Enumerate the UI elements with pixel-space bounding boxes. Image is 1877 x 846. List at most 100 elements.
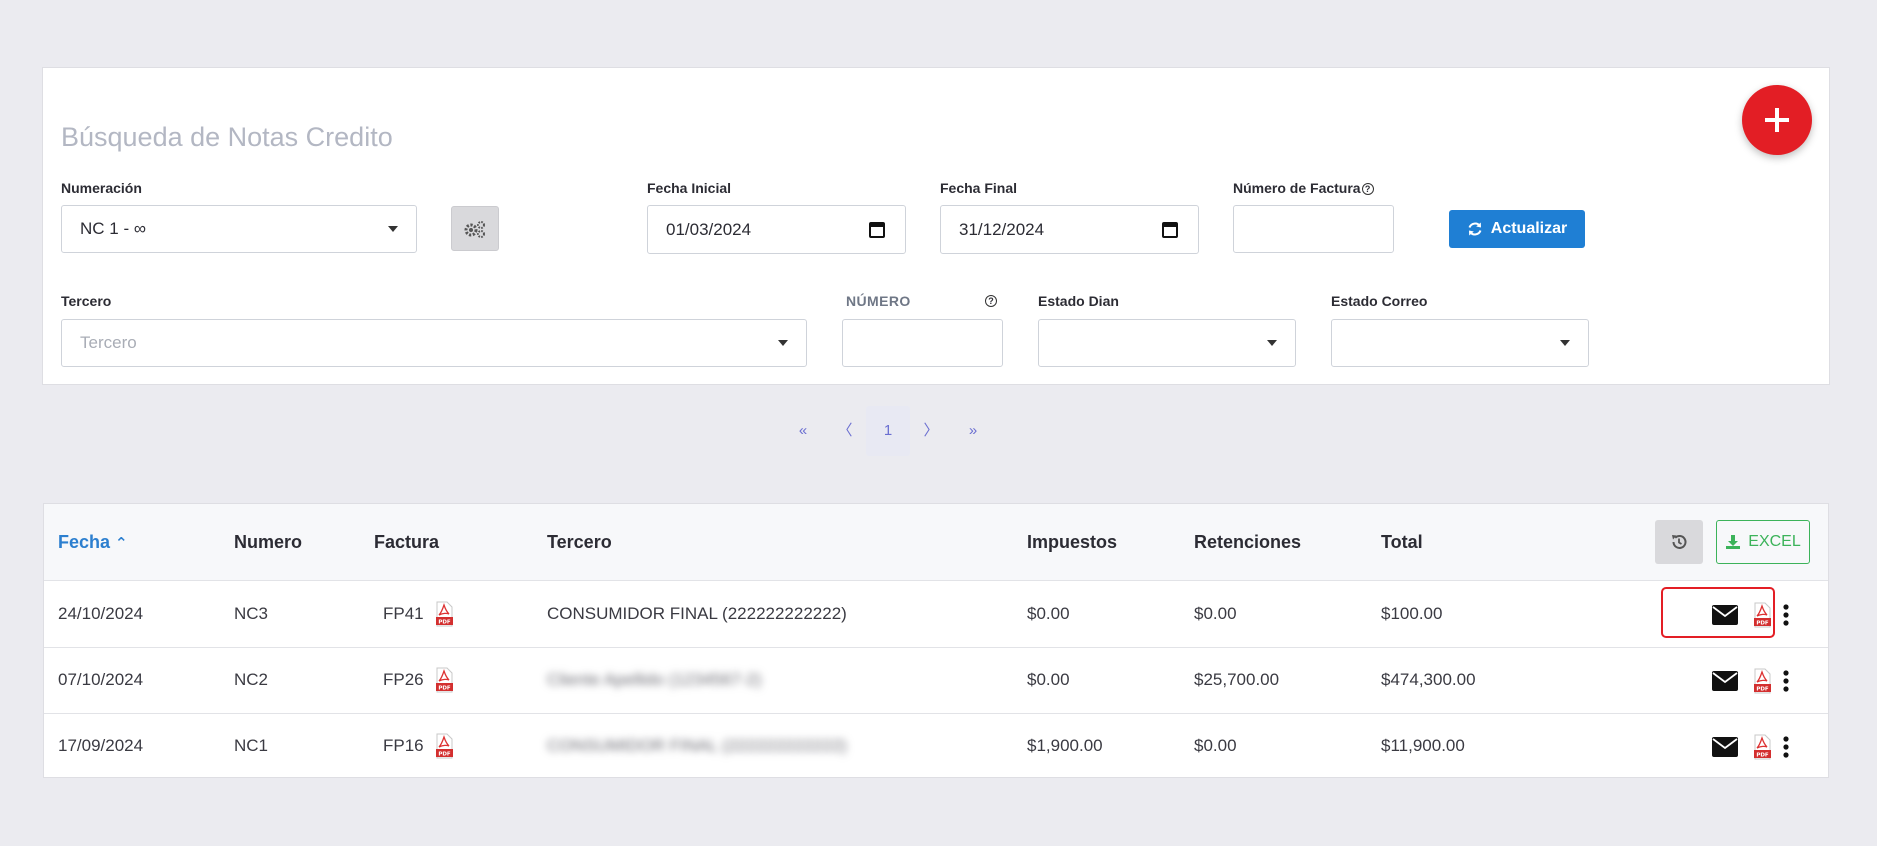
help-icon[interactable]: ? [985,295,997,307]
chevron-down-icon [388,226,398,232]
row-actions: PDF [1688,648,1828,714]
fecha-final-value: 31/12/2024 [959,219,1045,239]
estado-dian-label: Estado Dian [1038,293,1119,309]
more-vertical-icon[interactable] [1782,604,1790,626]
pagination-first[interactable]: « [782,406,824,456]
pdf-icon[interactable]: PDF [1752,734,1772,760]
cell-factura: FP16 [383,736,424,755]
fecha-final-label: Fecha Final [940,180,1018,196]
svg-text:PDF: PDF [1756,753,1769,759]
svg-text:PDF: PDF [1756,687,1769,693]
column-impuestos[interactable]: Impuestos [1027,532,1117,553]
chevron-down-icon [1560,340,1570,346]
cell-impuestos: $0.00 [1027,670,1070,689]
cell-fecha: 17/09/2024 [58,736,144,755]
numeracion-settings-button[interactable] [451,206,499,251]
search-panel: Búsqueda de Notas Credito Numeración NC … [42,67,1830,385]
row-actions-highlight [1661,587,1775,638]
estado-correo-label: Estado Correo [1331,293,1428,309]
column-numero[interactable]: Numero [234,532,302,553]
cell-numero: NC1 [234,736,269,755]
cell-retenciones: $25,700.00 [1194,670,1280,689]
numero-factura-label-text: Número de Factura [1233,180,1361,196]
pagination-next[interactable]: 〉 [910,406,952,456]
sort-asc-icon: ⌃ [115,535,128,552]
cell-numero: NC2 [234,670,269,689]
numeracion-select[interactable]: NC 1 - ∞ [61,205,417,253]
column-fecha-label: Fecha [58,532,111,552]
column-tercero[interactable]: Tercero [547,532,612,553]
estado-dian-select[interactable] [1038,319,1296,367]
help-icon[interactable]: ? [1361,183,1374,195]
cell-tercero: CONSUMIDOR FINAL (222222222222) [547,736,847,755]
table-header: Fecha ⌃ Numero Factura Tercero Impuestos… [44,504,1828,581]
history-button[interactable] [1655,520,1703,564]
column-factura[interactable]: Factura [374,532,439,553]
cell-tercero: Cliente Apellido (1234567-2) [547,670,762,689]
table-row[interactable]: 17/09/2024 NC1 FP16 PDF CONSUMIDOR FINAL… [44,714,1828,780]
estado-correo-select[interactable] [1331,319,1589,367]
column-retenciones[interactable]: Retenciones [1194,532,1301,553]
table-row[interactable]: 07/10/2024 NC2 FP26 PDF Cliente Apellido… [44,648,1828,714]
svg-text:PDF: PDF [438,686,451,692]
pagination: « 〈 1 〉 » [782,406,994,456]
numero-factura-input[interactable] [1233,205,1394,253]
tercero-label: Tercero [61,293,112,309]
fecha-inicial-input[interactable]: 01/03/2024 [647,205,906,254]
more-vertical-icon[interactable] [1782,736,1790,758]
history-icon [1672,535,1687,549]
fecha-final-input[interactable]: 31/12/2024 [940,205,1199,254]
cell-fecha: 07/10/2024 [58,670,144,689]
pdf-icon[interactable]: PDF [434,667,454,693]
cell-retenciones: $0.00 [1194,736,1237,755]
numeracion-label: Numeración [61,180,142,196]
pagination-prev[interactable]: 〈 [824,406,866,456]
numero-label: NÚMERO [846,293,911,309]
numero-input[interactable] [842,319,1003,367]
chevron-down-icon [778,340,788,346]
pdf-icon[interactable]: PDF [434,733,454,759]
chevron-down-icon [1267,340,1277,346]
refresh-icon [1468,222,1482,236]
pagination-page[interactable]: 1 [866,406,910,456]
fecha-inicial-label: Fecha Inicial [647,180,732,196]
results-table: Fecha ⌃ Numero Factura Tercero Impuestos… [43,503,1829,778]
pdf-icon[interactable]: PDF [1752,668,1772,694]
plus-icon [1765,108,1789,132]
table-row[interactable]: 24/10/2024 NC3 FP41 PDF CONSUMIDOR FINAL… [44,582,1828,648]
mail-icon[interactable] [1712,737,1738,757]
cell-retenciones: $0.00 [1194,604,1237,623]
cell-fecha: 24/10/2024 [58,604,144,623]
svg-text:PDF: PDF [438,620,451,626]
cell-factura: FP41 [383,604,424,623]
excel-export-button[interactable]: EXCEL [1716,520,1810,564]
tercero-placeholder: Tercero [80,333,137,352]
cell-impuestos: $1,900.00 [1027,736,1103,755]
svg-text:PDF: PDF [438,752,451,758]
column-fecha[interactable]: Fecha ⌃ [58,532,128,553]
pagination-last[interactable]: » [952,406,994,456]
download-icon [1726,535,1741,549]
cell-factura: FP26 [383,670,424,689]
calendar-icon[interactable] [1162,221,1178,238]
actualizar-button[interactable]: Actualizar [1449,210,1585,248]
tercero-select[interactable]: Tercero [61,319,807,367]
add-nota-credito-button[interactable] [1742,85,1812,155]
more-vertical-icon[interactable] [1782,670,1790,692]
gears-icon [464,220,485,238]
mail-icon[interactable] [1712,671,1738,691]
cell-total: $11,900.00 [1381,736,1465,755]
cell-impuestos: $0.00 [1027,604,1070,623]
fecha-inicial-value: 01/03/2024 [666,219,752,239]
pdf-icon[interactable]: PDF [434,601,454,627]
cell-numero: NC3 [234,604,269,623]
excel-label: EXCEL [1748,533,1801,550]
calendar-icon[interactable] [869,221,885,238]
cell-total: $474,300.00 [1381,670,1476,689]
cell-tercero: CONSUMIDOR FINAL (222222222222) [547,604,847,623]
numeracion-value: NC 1 - ∞ [80,219,146,238]
column-total[interactable]: Total [1381,532,1423,553]
row-actions: PDF [1688,714,1828,780]
actualizar-label: Actualizar [1490,220,1568,237]
cell-total: $100.00 [1381,604,1443,623]
